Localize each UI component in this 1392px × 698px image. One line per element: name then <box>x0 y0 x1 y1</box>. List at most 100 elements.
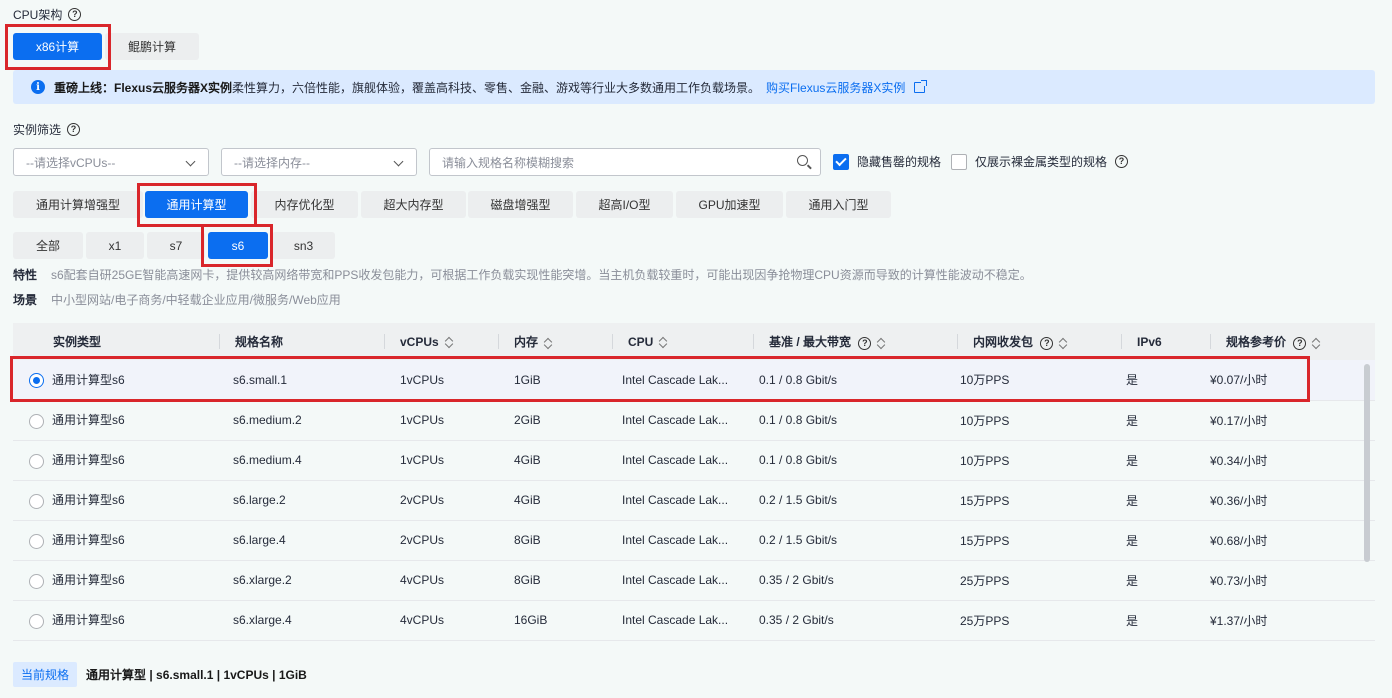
banner-text: 柔性算力，六倍性能，旗舰体验，覆盖高科技、零售、金融、游戏等行业大多数通用工作负… <box>232 80 761 95</box>
cell-instance-type: 通用计算型s6 <box>52 533 125 548</box>
table-cell: ¥0.73/小时 <box>1210 560 1375 601</box>
series-tab-sn3[interactable]: sn3 <box>272 232 335 259</box>
table-cell: Intel Cascade Lak... <box>612 520 753 561</box>
current-spec-bar: 当前规格 通用计算型 | s6.small.1 | 1vCPUs | 1GiB <box>13 662 307 687</box>
radio-button[interactable] <box>29 573 44 589</box>
radio-button[interactable] <box>29 613 44 629</box>
current-spec-tag: 当前规格 <box>13 662 78 687</box>
baremetal-only-checkbox[interactable]: 仅展示裸金属类型的规格 ? <box>951 153 1129 170</box>
table-cell: 25万PPS <box>957 560 1121 601</box>
sort-icon[interactable] <box>544 337 553 349</box>
vcpu-select[interactable]: --请选择vCPUs-- <box>13 148 209 176</box>
table-cell: 0.2 / 1.5 Gbit/s <box>753 480 957 521</box>
sort-icon[interactable] <box>445 336 454 348</box>
table-cell: Intel Cascade Lak... <box>612 560 753 601</box>
table-row[interactable]: 通用计算型s6 s6.large.4 2vCPUs 8GiB Intel Cascade… <box>13 520 1375 561</box>
table-cell: s6.xlarge.2 <box>219 560 384 601</box>
radio-button[interactable] <box>29 493 44 509</box>
table-cell: s6.medium.4 <box>219 440 384 481</box>
banner-title: 重磅上线：Flexus云服务器X实例 <box>54 80 233 95</box>
type-tab-gpu[interactable]: GPU加速型 <box>676 191 783 218</box>
cell-instance-type-wrap: 通用计算型s6 <box>13 480 219 521</box>
type-tab-large-memory[interactable]: 超大内存型 <box>361 191 466 218</box>
table-cell: 25万PPS <box>957 600 1121 641</box>
memory-select[interactable]: --请选择内存-- <box>221 148 417 176</box>
radio-button[interactable] <box>29 533 44 549</box>
col-header-bandwidth[interactable]: 基准 / 最大带宽 ? <box>753 323 957 360</box>
table-cell: 0.35 / 2 Gbit/s <box>753 560 957 601</box>
table-cell: 8GiB <box>498 520 612 561</box>
chevron-down-icon <box>185 156 196 167</box>
table-cell: 0.1 / 0.8 Gbit/s <box>753 400 957 441</box>
search-icon[interactable] <box>797 155 808 166</box>
banner-link[interactable]: 购买Flexus云服务器X实例 <box>766 79 905 96</box>
hide-soldout-label: 隐藏售罄的规格 <box>857 155 942 169</box>
table-cell: Intel Cascade Lak... <box>612 480 753 521</box>
help-icon[interactable]: ? <box>68 8 82 21</box>
checkbox-checked-icon[interactable] <box>833 153 849 170</box>
feature-text: s6配套自研25GE智能高速网卡，提供较高网络带宽和PPS收发包能力，可根据工作… <box>51 268 1032 282</box>
type-tab-memory-optimized[interactable]: 内存优化型 <box>251 191 358 218</box>
cell-instance-type-wrap: 通用计算型s6 <box>13 600 219 641</box>
col-header-memory[interactable]: 内存 <box>498 323 612 360</box>
col-header-pps[interactable]: 内网收发包 ? <box>957 323 1121 360</box>
external-link-icon[interactable] <box>914 79 928 93</box>
spec-search-input[interactable]: 请输入规格名称模糊搜索 <box>429 148 821 176</box>
col-header-spec-name: 规格名称 <box>219 323 384 360</box>
table-scrollbar[interactable] <box>1364 364 1370 562</box>
table-cell: 1vCPUs <box>384 400 498 441</box>
hide-soldout-checkbox[interactable]: 隐藏售罄的规格 <box>833 153 941 170</box>
table-cell: 2vCPUs <box>384 520 498 561</box>
series-tab-x1[interactable]: x1 <box>86 232 144 259</box>
col-header-cpu[interactable]: CPU <box>612 323 753 360</box>
help-icon[interactable]: ? <box>1293 337 1307 350</box>
cell-instance-type-wrap: 通用计算型s6 <box>13 520 219 561</box>
table-row[interactable]: 通用计算型s6 s6.xlarge.4 4vCPUs 16GiB Intel Casca… <box>13 600 1375 641</box>
type-tab-disk-enhanced[interactable]: 磁盘增强型 <box>468 191 573 218</box>
scene-row: 场景 中小型网站/电子商务/中轻载企业应用/微服务/Web应用 <box>13 291 341 308</box>
cell-instance-type-wrap: 通用计算型s6 <box>13 400 219 441</box>
table-cell: s6.large.2 <box>219 480 384 521</box>
type-tab-entry[interactable]: 通用入门型 <box>786 191 891 218</box>
col-header-vcpus[interactable]: vCPUs <box>384 323 498 360</box>
table-cell: s6.medium.2 <box>219 400 384 441</box>
table-row[interactable]: 通用计算型s6 s6.large.2 2vCPUs 4GiB Intel Cascade… <box>13 480 1375 521</box>
sort-icon[interactable] <box>877 337 886 349</box>
series-tab-all[interactable]: 全部 <box>13 232 83 259</box>
chevron-down-icon <box>393 156 404 167</box>
sort-icon[interactable] <box>1059 337 1068 349</box>
table-row[interactable]: 通用计算型s6 s6.medium.2 1vCPUs 2GiB Intel Cascad… <box>13 400 1375 441</box>
cpu-arch-label-text: CPU架构 <box>13 8 63 22</box>
help-icon[interactable]: ? <box>1115 155 1129 168</box>
table-cell: 1vCPUs <box>384 440 498 481</box>
checkbox-unchecked-icon[interactable] <box>951 153 967 170</box>
highlight-box <box>201 224 273 267</box>
series-tab-s7[interactable]: s7 <box>147 232 205 259</box>
type-tab-general-enhanced[interactable]: 通用计算增强型 <box>13 191 143 218</box>
table-cell: Intel Cascade Lak... <box>612 440 753 481</box>
help-icon[interactable]: ? <box>67 123 81 136</box>
table-cell: 15万PPS <box>957 480 1121 521</box>
cell-instance-type: 通用计算型s6 <box>52 493 125 508</box>
table-cell: 10万PPS <box>957 440 1121 481</box>
arch-kunpeng-button[interactable]: 鲲鹏计算 <box>105 33 199 60</box>
help-icon[interactable]: ? <box>858 337 872 350</box>
radio-button[interactable] <box>29 413 44 429</box>
sort-icon[interactable] <box>1312 337 1321 349</box>
table-cell: Intel Cascade Lak... <box>612 600 753 641</box>
highlight-box <box>10 356 1310 402</box>
table-cell: 0.2 / 1.5 Gbit/s <box>753 520 957 561</box>
type-tab-high-io[interactable]: 超高I/O型 <box>576 191 673 218</box>
sort-icon[interactable] <box>659 336 668 348</box>
help-icon[interactable]: ? <box>1040 337 1054 350</box>
cell-instance-type-wrap: 通用计算型s6 <box>13 440 219 481</box>
cell-instance-type: 通用计算型s6 <box>52 413 125 428</box>
table-row[interactable]: 通用计算型s6 s6.xlarge.2 4vCPUs 8GiB Intel Cascad… <box>13 560 1375 601</box>
table-cell: ¥0.68/小时 <box>1210 520 1375 561</box>
table-row[interactable]: 通用计算型s6 s6.medium.4 1vCPUs 4GiB Intel Cascad… <box>13 440 1375 481</box>
radio-button[interactable] <box>29 453 44 469</box>
table-cell: 4vCPUs <box>384 600 498 641</box>
table-cell: ¥0.36/小时 <box>1210 480 1375 521</box>
col-header-price[interactable]: 规格参考价 ? <box>1210 323 1375 360</box>
cell-instance-type: 通用计算型s6 <box>52 613 125 628</box>
